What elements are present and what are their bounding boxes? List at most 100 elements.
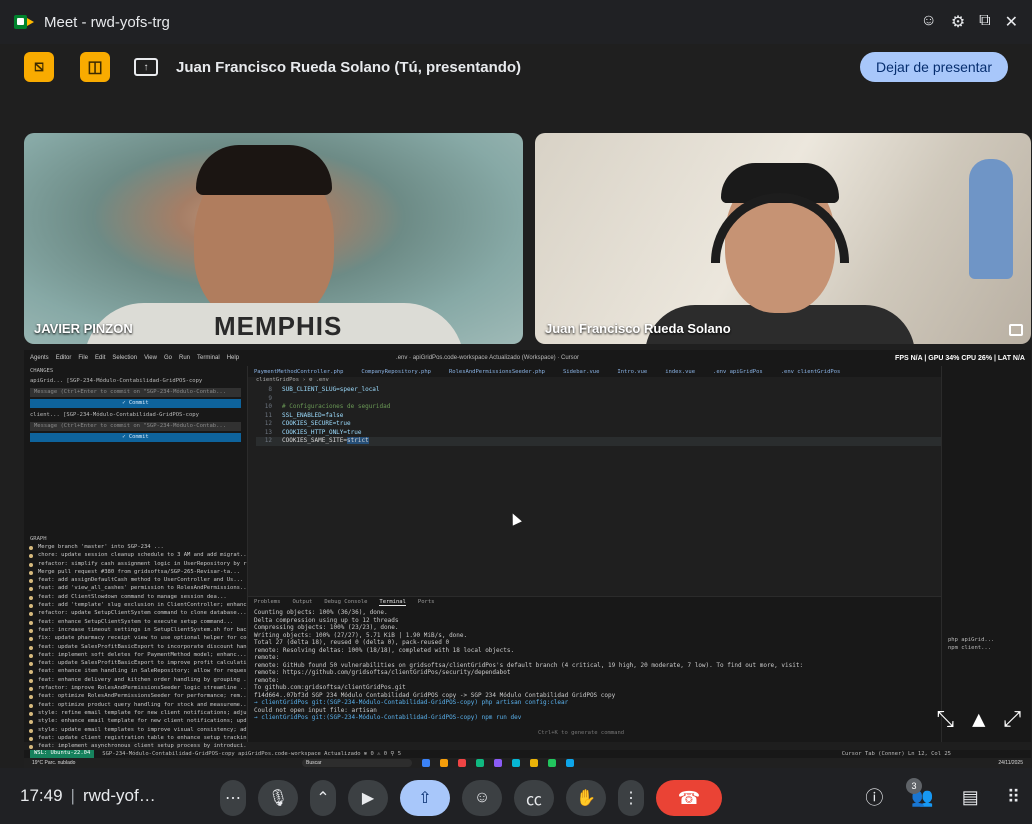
stop-presenting-button[interactable]: Dejar de presentar [860, 52, 1008, 82]
close-icon[interactable]: ✕ [1005, 12, 1018, 32]
terminal-output[interactable]: Counting objects: 100% (36/36), done. Del… [248, 607, 941, 724]
menu-editor[interactable]: Editor [56, 355, 72, 361]
editor-tab[interactable]: Intro.vue [617, 369, 647, 375]
commit-graph-row[interactable]: Merge branch 'master' into SGP-234 ... [24, 544, 247, 552]
commit-graph-row[interactable]: feat: optimize RolesAndPermissionsSeeder… [24, 693, 247, 701]
commit-graph-row[interactable]: feat: update client registration table t… [24, 735, 247, 743]
editor-tab[interactable]: PaymentMethodController.php [254, 369, 343, 375]
code-line[interactable]: 13 COOKIES_HTTP_ONLY=true [256, 429, 941, 438]
taskbar-app-icon[interactable] [548, 759, 556, 767]
commit-graph-row[interactable]: chore: update session cleanup schedule t… [24, 552, 247, 560]
code-line[interactable]: 8 SUB_CLIENT_SLUG=speer_local [256, 386, 941, 395]
commit-message-input[interactable]: Message (Ctrl+Enter to commit on "SGP-23… [30, 388, 241, 397]
terminal-process[interactable]: php apiGrid... [948, 636, 994, 644]
info-icon[interactable]: ⓘ [865, 784, 883, 810]
activities-icon[interactable]: ⠿ [1007, 787, 1020, 808]
reactions-button[interactable]: ☺ [462, 780, 502, 816]
commit-graph-row[interactable]: style: update email templates to improve… [24, 727, 247, 735]
menu-go[interactable]: Go [164, 355, 172, 361]
remote-indicator[interactable]: WSL: Ubuntu-22.04 [30, 750, 95, 758]
participant-tile-juan[interactable]: Juan Francisco Rueda Solano [535, 133, 1031, 344]
raise-hand-button[interactable]: ✋ [566, 780, 606, 816]
commit-graph-row[interactable]: feat: enhance delivery and kitchen order… [24, 677, 247, 685]
commit-graph-row[interactable]: Merge pull request #380 from gridsoftsa/… [24, 569, 247, 577]
editor-tab[interactable]: CompanyRepository.php [361, 369, 431, 375]
panel-tab[interactable]: Output [293, 599, 313, 605]
code-line[interactable]: 12 COOKIES_SECURE=true [256, 420, 941, 429]
code-editor[interactable]: 8 SUB_CLIENT_SLUG=speer_local 9 10 # Configu… [248, 386, 941, 437]
menu-terminal[interactable]: Terminal [197, 355, 220, 361]
panel-tab[interactable]: Problems [254, 599, 281, 605]
editor-tab[interactable]: Sidebar.vue [563, 369, 599, 375]
pin-off-icon[interactable]: ⤡ [937, 707, 955, 732]
commit-graph-row[interactable]: feat: add ClientSlowdown command to mana… [24, 594, 247, 602]
taskbar-app-icon[interactable] [422, 759, 430, 767]
video-options-button[interactable]: ⌃ [310, 780, 336, 816]
commit-graph-row[interactable]: refactor: improve RolesAndPermissionsSee… [24, 685, 247, 693]
menu-edit[interactable]: Edit [95, 355, 105, 361]
taskbar-search[interactable]: Buscar [302, 759, 412, 767]
taskbar-app-icon[interactable] [512, 759, 520, 767]
breadcrumb[interactable]: clientGridPos › ⚙ .env [248, 377, 941, 386]
collapse-icon[interactable]: ▲ [972, 707, 985, 732]
commit-graph-row[interactable]: refactor: simplify cash assignment logic… [24, 561, 247, 569]
emoji-icon[interactable]: ☺ [920, 12, 936, 32]
taskbar-app-icon[interactable] [458, 759, 466, 767]
menu-file[interactable]: File [78, 355, 88, 361]
taskbar-app-icon[interactable] [494, 759, 502, 767]
taskbar-clock[interactable]: 24/11/2025 [998, 760, 1023, 766]
repo-name[interactable]: apiGrid... [SGP-234-Módulo-Contabilidad-… [24, 376, 247, 386]
code-line-current[interactable]: 12 COOKIES_SAME_SITE=strict [256, 437, 941, 446]
layout-button[interactable]: ◫ [80, 52, 110, 82]
pip-icon[interactable] [1009, 324, 1023, 336]
commit-graph-row[interactable]: feat: optimize product query handling fo… [24, 702, 247, 710]
commit-graph-row[interactable]: feat: enhance item handling in SaleRepos… [24, 668, 247, 676]
more-audio-options-button[interactable]: ⋯ [220, 780, 246, 816]
camera-button[interactable]: ▶ [348, 780, 388, 816]
more-options-button[interactable]: ⋮ [618, 780, 644, 816]
menu-agents[interactable]: Agents [30, 355, 49, 361]
taskbar-app-icon[interactable] [476, 759, 484, 767]
commit-graph-row[interactable]: style: refine email template for new cli… [24, 710, 247, 718]
editor-tab[interactable]: .env clientGridPos [781, 369, 841, 375]
commit-graph-row[interactable]: feat: update SalesProfitBasicExport to i… [24, 644, 247, 652]
weather-widget[interactable]: 19°C Parc. nublado [32, 760, 92, 766]
taskbar-app-icon[interactable] [440, 759, 448, 767]
code-line[interactable]: 10 # Configuraciones de seguridad [256, 403, 941, 412]
terminal-process[interactable]: npm client... [948, 644, 994, 652]
commit-message-input[interactable]: Message (Ctrl+Enter to commit on "SGP-23… [30, 422, 241, 431]
commit-graph-row[interactable]: feat: add 'template' slug exclusion in C… [24, 602, 247, 610]
panel-tab[interactable]: Ports [418, 599, 435, 605]
panel-tab[interactable]: Terminal [379, 599, 406, 606]
commit-graph-row[interactable]: fix: update pharmacy receipt view to use… [24, 635, 247, 643]
commit-graph-row[interactable]: style: enhance email template for new cl… [24, 718, 247, 726]
expand-icon[interactable]: ⤢ [1003, 707, 1021, 732]
commit-graph-row[interactable]: feat: add assignDefaultCash method to Us… [24, 577, 247, 585]
commit-graph-row[interactable]: feat: enhance SetupClientSystem to execu… [24, 619, 247, 627]
menu-selection[interactable]: Selection [112, 355, 137, 361]
participant-tile-javier[interactable]: MEMPHIS JAVIER PINZON [24, 133, 523, 344]
menu-help[interactable]: Help [227, 355, 239, 361]
commit-graph-row[interactable]: refactor: update SetupClientSystem comma… [24, 610, 247, 618]
taskbar-app-icon[interactable] [530, 759, 538, 767]
commit-button[interactable]: ✓ Commit [30, 399, 241, 408]
code-line[interactable]: 9 [256, 395, 941, 404]
present-button[interactable]: ⇧ [400, 780, 450, 816]
commit-graph-row[interactable]: feat: add 'view_all_cashes' permission t… [24, 585, 247, 593]
microphone-button[interactable]: 🎙 [258, 780, 298, 816]
code-line[interactable]: 11 SSL_ENABLED=false [256, 412, 941, 421]
leave-call-button[interactable]: ☎ [656, 780, 722, 816]
hide-self-view-button[interactable]: ⧅ [24, 52, 54, 82]
repo-name[interactable]: client... [SGP-234-Módulo-Contabilidad-G… [24, 410, 247, 420]
panel-tab[interactable]: Debug Console [324, 599, 367, 605]
editor-tab[interactable]: RolesAndPermissionsSeeder.php [449, 369, 545, 375]
commit-graph-row[interactable]: feat: increase timeout settings in Setup… [24, 627, 247, 635]
menu-run[interactable]: Run [179, 355, 190, 361]
captions-button[interactable]: ㏄ [514, 780, 554, 816]
editor-tab[interactable]: .env apiGridPos [713, 369, 763, 375]
editor-tab[interactable]: index.vue [665, 369, 695, 375]
commit-graph-row[interactable]: feat: implement soft deletes for Payment… [24, 652, 247, 660]
chat-icon[interactable]: ▤ [962, 787, 979, 808]
menu-view[interactable]: View [144, 355, 157, 361]
settings-icon[interactable]: ⚙ [951, 12, 965, 32]
